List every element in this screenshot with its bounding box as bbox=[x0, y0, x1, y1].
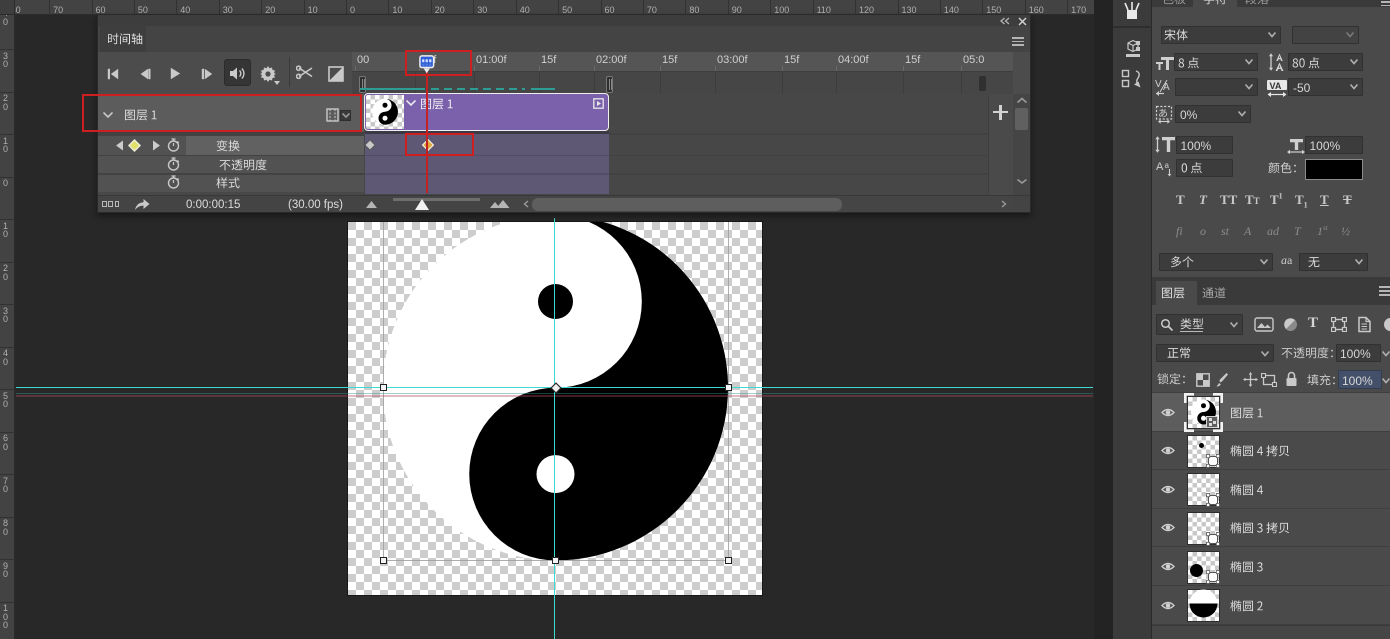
svg-text:V: V bbox=[1155, 79, 1162, 90]
svg-text:a: a bbox=[1165, 161, 1170, 170]
svg-text:A: A bbox=[1163, 82, 1170, 93]
svg-text:A: A bbox=[1156, 161, 1164, 173]
